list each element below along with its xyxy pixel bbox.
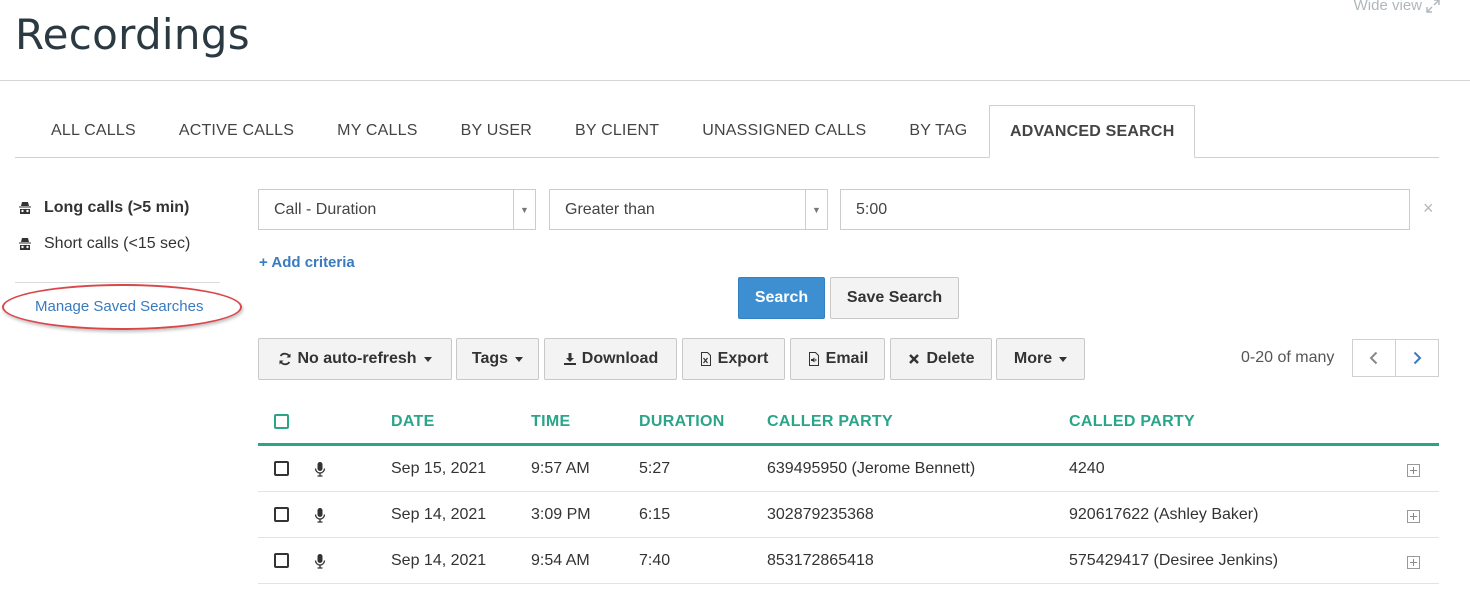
cell-called-party: 575429417 (Desiree Jenkins) [1069,552,1279,569]
tab-by-user[interactable]: BY USER [439,105,553,157]
column-header-called-party[interactable]: CALLED PARTY [1069,413,1195,431]
expand-row-icon[interactable] [1407,556,1420,569]
page-title: Recordings [15,10,250,59]
tab-by-tag[interactable]: BY TAG [888,105,989,157]
search-button[interactable]: Search [738,277,825,319]
row-checkbox[interactable] [274,553,289,568]
criteria-field-select[interactable]: Call - Duration ▼ [258,189,536,230]
caret-down-icon [1059,356,1068,362]
expand-row-icon[interactable] [1407,464,1420,477]
plus-icon: + [259,254,268,271]
tab-all-calls[interactable]: ALL CALLS [15,105,157,157]
save-search-button[interactable]: Save Search [830,277,959,319]
cell-time: 9:57 AM [531,460,590,477]
refresh-icon [279,352,291,366]
saved-search-label: Long calls (>5 min) [44,199,190,216]
criteria-operator-value: Greater than [565,200,655,218]
export-button[interactable]: Export [682,338,785,380]
paging-info: 0-20 of many [1241,349,1335,366]
download-button[interactable]: Download [544,338,677,380]
cell-time: 3:09 PM [531,506,591,523]
cell-called-party: 920617622 (Ashley Baker) [1069,506,1259,523]
auto-refresh-dropdown[interactable]: No auto-refresh [258,338,452,380]
excel-file-icon [700,352,711,366]
criteria-value-input[interactable] [840,189,1410,230]
cell-duration: 7:40 [639,552,671,569]
next-page-button[interactable] [1395,339,1439,377]
wide-view-label: Wide view [1353,0,1422,14]
tab-active-calls[interactable]: ACTIVE CALLS [157,105,315,157]
cell-duration: 5:27 [639,460,671,477]
criteria-field-value: Call - Duration [274,200,377,218]
tags-label: Tags [471,350,509,367]
email-label: Email [825,350,869,367]
email-button[interactable]: Email [790,338,885,380]
spy-icon [19,202,31,214]
recordings-table: DATE TIME DURATION CALLER PARTY CALLED P… [258,400,1439,584]
download-label: Download [581,350,659,367]
cell-caller-party: 639495950 (Jerome Bennett) [767,460,976,477]
microphone-icon [314,554,326,569]
tab-my-calls[interactable]: MY CALLS [316,105,439,157]
column-header-time[interactable]: TIME [531,413,570,431]
chevron-right-icon [1413,351,1422,365]
cell-called-party: 4240 [1069,460,1105,477]
delete-label: Delete [926,350,975,367]
cell-date: Sep 15, 2021 [391,460,487,477]
column-header-caller-party[interactable]: CALLER PARTY [767,413,893,431]
caret-down-icon [515,356,524,362]
saved-search-label: Short calls (<15 sec) [44,235,191,252]
caret-down-icon [423,356,432,362]
cell-caller-party: 302879235368 [767,506,874,523]
criteria-operator-select[interactable]: Greater than ▼ [549,189,828,230]
dropdown-arrow-icon: ▼ [513,190,535,229]
microphone-icon [314,462,326,477]
remove-criteria-icon[interactable]: × [1423,198,1434,219]
expand-arrows-icon [1426,0,1440,13]
export-label: Export [717,350,769,367]
row-checkbox[interactable] [274,507,289,522]
previous-page-button[interactable] [1352,339,1396,377]
spy-icon [19,238,31,250]
cell-date: Sep 14, 2021 [391,552,487,569]
cell-date: Sep 14, 2021 [391,506,487,523]
saved-search-long-calls[interactable]: Long calls (>5 min) [15,190,220,226]
column-header-date[interactable]: DATE [391,413,435,431]
cell-caller-party: 853172865418 [767,552,874,569]
saved-searches-sidebar: Long calls (>5 min) Short calls (<15 sec… [2,190,242,330]
table-row[interactable]: Sep 14, 2021 9:54 AM 7:40 853172865418 5… [258,538,1439,584]
dropdown-arrow-icon: ▼ [805,190,827,229]
more-label: More [1013,350,1053,367]
more-dropdown[interactable]: More [996,338,1085,380]
tab-advanced-search[interactable]: ADVANCED SEARCH [988,105,1196,158]
header-divider [0,80,1470,81]
saved-search-short-calls[interactable]: Short calls (<15 sec) [15,226,220,262]
tags-dropdown[interactable]: Tags [456,338,539,380]
auto-refresh-label: No auto-refresh [297,350,417,367]
microphone-icon [314,508,326,523]
select-all-checkbox[interactable] [274,414,289,429]
chevron-left-icon [1369,351,1378,365]
tab-unassigned-calls[interactable]: UNASSIGNED CALLS [681,105,888,157]
sidebar-divider [15,282,220,283]
add-criteria-link[interactable]: + Add criteria [259,254,355,271]
table-row[interactable]: Sep 15, 2021 9:57 AM 5:27 639495950 (Jer… [258,446,1439,492]
download-icon [563,353,576,365]
expand-row-icon[interactable] [1407,510,1420,523]
recordings-tabs: ALL CALLS ACTIVE CALLS MY CALLS BY USER … [15,105,1439,158]
wide-view-toggle[interactable]: Wide view [1354,0,1440,14]
tab-by-client[interactable]: BY CLIENT [553,105,680,157]
column-header-duration[interactable]: DURATION [639,413,725,431]
close-icon [909,354,920,364]
add-criteria-label: Add criteria [271,254,355,271]
table-row[interactable]: Sep 14, 2021 3:09 PM 6:15 302879235368 9… [258,492,1439,538]
delete-button[interactable]: Delete [890,338,992,380]
cell-duration: 6:15 [639,506,671,523]
row-checkbox[interactable] [274,461,289,476]
audio-file-icon [808,352,819,366]
table-header: DATE TIME DURATION CALLER PARTY CALLED P… [258,400,1439,446]
manage-saved-searches-link[interactable]: Manage Saved Searches [35,298,203,315]
cell-time: 9:54 AM [531,552,590,569]
